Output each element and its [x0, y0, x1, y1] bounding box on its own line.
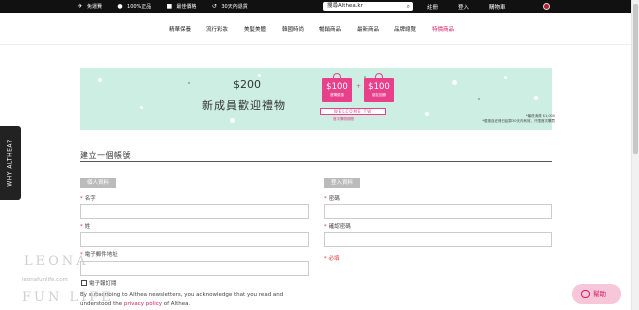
airplane-icon: ✈ — [77, 2, 83, 10]
last-name-field[interactable] — [80, 232, 309, 247]
best-price-badge: ■ 最佳價格 — [165, 3, 196, 10]
banner-note-validity: *優惠自註冊日起算30天內有效，只限首次購買 — [482, 118, 555, 123]
terms-suffix: of Althea. — [162, 301, 191, 307]
banner-title: 新成員歡迎禮物 — [202, 99, 286, 112]
chat-icon — [581, 290, 590, 298]
nav-bestsellers[interactable]: 暢銷商品 — [319, 25, 341, 33]
banner-amount: $200 — [233, 78, 261, 91]
authentic-badge: ● 100%正品 — [116, 3, 151, 10]
confetti-dot — [478, 98, 480, 100]
first-name-label: * 名字 — [80, 194, 96, 202]
return-icon: ↺ — [211, 2, 217, 10]
nav-new-arrivals[interactable]: 最新商品 — [357, 25, 379, 33]
confetti-dot — [452, 80, 457, 85]
gift-first-text: 首購優惠 — [330, 93, 344, 97]
why-althea-label: WHY ALTHEA? — [6, 139, 14, 187]
subscribe-checkbox[interactable] — [81, 280, 87, 286]
gift-friend-text: 朋友回饋 — [372, 93, 386, 97]
confirm-password-label: * 確認密碼 — [324, 222, 351, 230]
password-label: * 密碼 — [324, 194, 340, 202]
nav-divider — [0, 44, 631, 45]
cart-link[interactable]: 購物車 — [489, 3, 506, 11]
welcome-banner[interactable]: $200 新成員歡迎禮物 $100 首購優惠 $100 朋友回饋 — [80, 68, 552, 130]
nav-hair-body[interactable]: 美髮美體 — [244, 25, 266, 33]
country-flag-icon[interactable] — [543, 3, 550, 10]
watermark-line3: FUN LIFE — [22, 290, 114, 305]
help-label: 幫助 — [593, 290, 606, 298]
confetti-dot — [504, 76, 507, 79]
gift-first-value: $100 — [326, 82, 348, 92]
required-marker: * — [324, 196, 327, 202]
first-order-text: 首次購物期間 — [333, 117, 354, 121]
terms-text: By subscribing to Althea newsletters, yo… — [80, 291, 310, 309]
free-shipping-badge: ✈ 免運費 — [76, 3, 102, 10]
register-link[interactable]: 註冊 — [427, 3, 438, 11]
personal-info-tag: 個人資料 — [80, 178, 117, 188]
nav-sale[interactable]: 特價商品 — [432, 25, 454, 33]
nav-brands[interactable]: 品牌總覽 — [394, 25, 416, 33]
nav-korean-fashion[interactable]: 韓國時尚 — [282, 25, 304, 33]
top-bar: ✈ 免運費 ● 100%正品 ■ 最佳價格 ↺ 30天內退貨 搜尋Althea.… — [0, 0, 631, 13]
price-tag-icon: ■ — [166, 2, 173, 10]
gift-bow-icon — [333, 73, 341, 78]
watermark-url: leonafunlife.com — [22, 277, 68, 283]
search-value: 搜尋Althea.kr — [327, 3, 363, 9]
first-name-text: 名字 — [84, 196, 96, 202]
welcome-label: WELCOME TW — [320, 108, 386, 115]
authentic-label: 100%正品 — [127, 4, 152, 10]
last-name-text: 姓 — [84, 224, 91, 230]
service-badges: ✈ 免運費 ● 100%正品 ■ 最佳價格 ↺ 30天內退貨 — [76, 2, 248, 10]
plus-icon: + — [356, 83, 362, 90]
account-links: 註冊 登入 購物車 — [427, 0, 506, 13]
form-divider — [80, 161, 552, 162]
last-name-label: * 姓 — [80, 222, 90, 230]
watermark-line1: LEONA — [24, 254, 89, 269]
login-info-tag: 登入資料 — [324, 178, 361, 188]
confetti-dot — [230, 118, 235, 123]
gift-friend-value: $100 — [368, 82, 390, 92]
return-badge: ↺ 30天內退貨 — [210, 2, 248, 10]
scrollbar-thumb[interactable] — [633, 4, 638, 154]
best-price-label: 最佳價格 — [176, 4, 197, 10]
confetti-dot — [258, 74, 261, 77]
required-marker: * — [80, 196, 83, 202]
confetti-dot — [534, 96, 538, 100]
form-title: 建立一個帳號 — [80, 151, 131, 160]
search-input[interactable]: 搜尋Althea.kr ⌕ — [323, 2, 413, 11]
main-nav: 精華保養 流行彩妝 美髮美體 韓國時尚 暢銷商品 最新商品 品牌總覽 特價商品 — [0, 25, 631, 37]
return-label: 30天內退貨 — [221, 4, 248, 10]
required-marker: * — [80, 224, 83, 230]
password-text: 密碼 — [328, 196, 340, 202]
required-note: * 必填 — [324, 256, 340, 262]
gift-bow-icon — [375, 73, 383, 78]
check-badge-icon: ● — [117, 2, 123, 10]
email-field[interactable] — [80, 261, 309, 276]
confirm-password-text: 確認密碼 — [328, 224, 351, 230]
confirm-password-field[interactable] — [324, 232, 552, 247]
confetti-dot — [188, 82, 190, 84]
password-field[interactable] — [324, 204, 552, 219]
gift-card-first: $100 首購優惠 — [322, 73, 352, 102]
nav-makeup[interactable]: 流行彩妝 — [206, 25, 228, 33]
confetti-dot — [425, 112, 429, 116]
free-shipping-label: 免運費 — [87, 4, 103, 10]
search-icon[interactable]: ⌕ — [407, 2, 410, 11]
email-text: 電子郵件地址 — [84, 252, 118, 258]
why-althea-tab[interactable]: WHY ALTHEA? — [0, 126, 21, 200]
gift-card-friend: $100 朋友回饋 — [364, 73, 394, 102]
page: ✈ 免運費 ● 100%正品 ■ 最佳價格 ↺ 30天內退貨 搜尋Althea.… — [0, 0, 639, 310]
confetti-dot — [98, 78, 102, 82]
login-link[interactable]: 登入 — [458, 3, 469, 11]
first-name-field[interactable] — [80, 204, 309, 219]
confetti-dot — [140, 106, 143, 109]
subscribe-label: 電子報訂閱 — [89, 281, 117, 287]
privacy-policy-link[interactable]: privacy policy — [124, 301, 162, 307]
required-marker: * — [324, 224, 327, 230]
banner-notes: *最低消費 $1,000 *優惠自註冊日起算30天內有效，只限首次購買 — [482, 114, 555, 123]
help-button[interactable]: 幫助 — [572, 284, 621, 304]
nav-skincare[interactable]: 精華保養 — [169, 25, 191, 33]
